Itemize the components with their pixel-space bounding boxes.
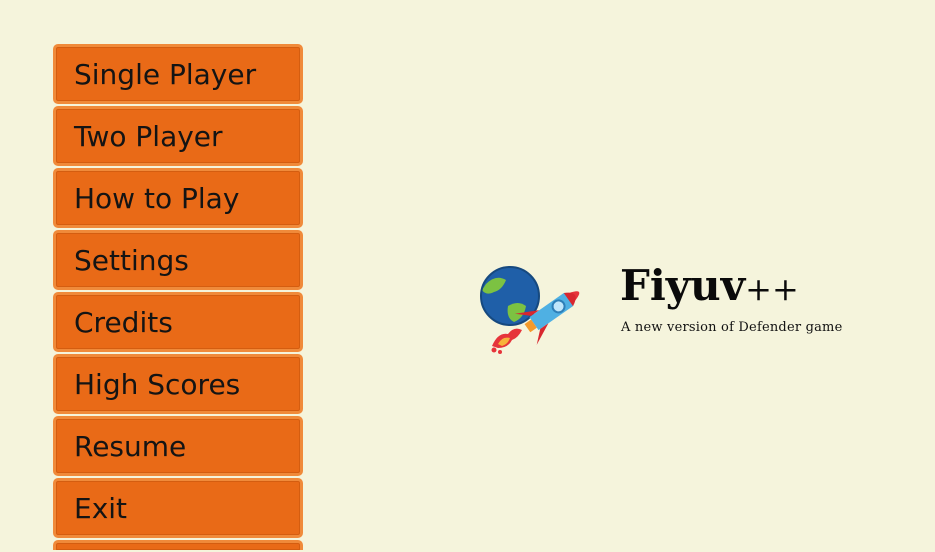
how-to-play-button[interactable]: How to Play: [53, 168, 303, 228]
two-player-button[interactable]: Two Player: [53, 106, 303, 166]
game-title-main: Fiyuv: [620, 261, 746, 310]
settings-button[interactable]: Settings: [53, 230, 303, 290]
game-title-suffix: ++: [745, 270, 799, 308]
high-scores-button[interactable]: High Scores: [53, 354, 303, 414]
resume-button[interactable]: Resume: [53, 416, 303, 476]
rocket-and-planet-icon: [480, 266, 580, 354]
main-menu: Single Player Two Player How to Play Set…: [53, 44, 303, 552]
credits-button[interactable]: Credits: [53, 292, 303, 352]
exit-button[interactable]: Exit: [53, 478, 303, 538]
game-subtitle: A new version of Defender game: [621, 320, 843, 335]
single-player-button[interactable]: Single Player: [53, 44, 303, 104]
game-title: Fiyuv++: [620, 262, 799, 313]
game-logo: Fiyuv++ A new version of Defender game: [472, 262, 912, 358]
menu-overflow-button[interactable]: [53, 540, 303, 550]
